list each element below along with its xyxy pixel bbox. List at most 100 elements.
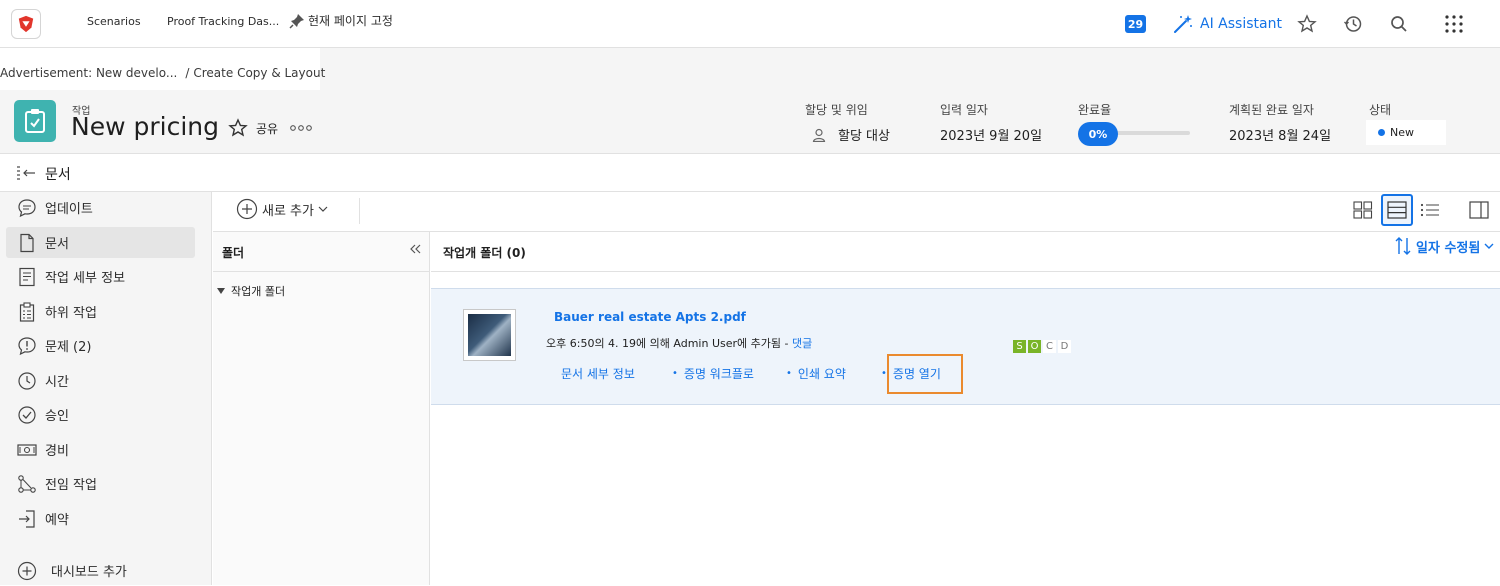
side-panel-icon: [1469, 201, 1489, 219]
sidebar-item-predecessors[interactable]: 전임 작업: [6, 468, 195, 499]
approval-icon: [18, 405, 36, 424]
action-label: 증명 워크플로: [683, 367, 754, 381]
nav-proof-tracking[interactable]: Proof Tracking Das...: [167, 15, 279, 28]
entry-date-label: 입력 일자: [940, 103, 988, 117]
app-grid-icon[interactable]: [1444, 14, 1464, 34]
share-button[interactable]: 공유: [256, 120, 278, 137]
sidebar-item-hours[interactable]: 시간: [6, 365, 195, 396]
assign-label: 할당 및 위임: [805, 103, 868, 117]
assign-value: 할당 대상: [838, 129, 890, 144]
pin-page-button[interactable]: 현재 페이지 고정: [289, 12, 393, 29]
thumbnail-image: [468, 314, 511, 356]
top-bar: Scenarios Proof Tracking Das... 현재 페이지 고…: [0, 0, 1500, 48]
sidebar-item-issues[interactable]: 문제 (2): [6, 330, 195, 361]
planned-date-value[interactable]: 2023년 8월 24일: [1229, 125, 1331, 144]
sidebar-item-label: 예약: [45, 513, 69, 528]
add-dashboard-button[interactable]: 대시보드 추가: [6, 555, 195, 586]
notification-badge[interactable]: 29: [1125, 15, 1146, 33]
page-title[interactable]: New pricing: [71, 112, 219, 141]
completion-progress-bar: [1116, 131, 1190, 135]
predecessor-icon: [18, 474, 36, 493]
clock-icon: [18, 371, 36, 390]
status-label: 상태: [1369, 103, 1392, 117]
status-dot: [1378, 129, 1385, 136]
assign-field[interactable]: 할당 대상: [812, 125, 890, 144]
bullet: •: [672, 368, 678, 379]
row-view-icon: [1387, 201, 1407, 219]
add-new-button[interactable]: 새로 추가: [236, 198, 328, 220]
favorite-star-icon[interactable]: [228, 118, 248, 138]
issue-icon: [18, 336, 36, 355]
recent-history-icon[interactable]: [1343, 14, 1363, 34]
pin-icon: [289, 13, 304, 29]
document-details-link[interactable]: 문서 세부 정보: [561, 365, 635, 382]
document-meta-text: 오후 6:50의 4. 19에 의해 Admin User에 추가됨 -: [546, 337, 792, 350]
folders-title: 폴더: [222, 246, 245, 260]
subtask-icon: [19, 301, 35, 322]
add-new-label: 새로 추가: [262, 203, 314, 219]
booking-icon: [19, 509, 35, 528]
search-icon[interactable]: [1389, 14, 1409, 34]
status-badge[interactable]: New: [1366, 120, 1446, 145]
sort-dropdown[interactable]: 일자 수정됨: [1394, 236, 1494, 256]
sidebar-item-booking[interactable]: 예약: [6, 503, 195, 534]
chat-icon: [18, 198, 36, 217]
row-view-button[interactable]: [1381, 194, 1413, 226]
magic-wand-icon: [1174, 15, 1192, 33]
money-icon: [17, 443, 37, 456]
flag-c: C: [1043, 340, 1056, 353]
comment-link[interactable]: 댓글: [792, 337, 812, 350]
sidebar-item-expenses[interactable]: 경비: [6, 434, 195, 465]
grid-view-button[interactable]: [1348, 196, 1378, 224]
side-panel-toggle-button[interactable]: [1464, 196, 1494, 224]
collapse-folders-button[interactable]: [410, 242, 422, 258]
document-meta: 오후 6:50의 4. 19에 의해 Admin User에 추가됨 - 댓글: [546, 335, 812, 351]
caret-down-icon: [217, 288, 225, 294]
folder-item[interactable]: 작업개 폴더: [217, 283, 285, 299]
sidebar-item-updates[interactable]: 업데이트: [6, 192, 195, 223]
toolbar-divider: [359, 198, 360, 224]
section-title-bar: [0, 154, 1500, 192]
favorite-star-icon[interactable]: [1297, 14, 1317, 34]
sidebar-item-label: 작업 세부 정보: [45, 271, 126, 286]
flag-d: D: [1058, 340, 1071, 353]
sidebar-item-label: 전임 작업: [45, 478, 97, 493]
double-chevron-left-icon: [410, 244, 421, 254]
status-value: New: [1390, 126, 1414, 139]
more-options-icon[interactable]: [290, 124, 312, 132]
entry-date-value[interactable]: 2023년 9월 20일: [940, 125, 1042, 144]
breadcrumb-parent[interactable]: Advertisement: New develo...: [0, 66, 177, 80]
print-summary-link[interactable]: • 인쇄 요약: [786, 365, 846, 382]
sidebar-item-label: 업데이트: [45, 202, 93, 217]
sort-arrows-icon: [1395, 237, 1411, 255]
content-title: 작업개 폴더 (0): [443, 246, 526, 260]
sort-label: 일자 수정됨: [1416, 240, 1481, 256]
sidebar-item-subtasks[interactable]: 하위 작업: [6, 296, 195, 327]
document-thumbnail[interactable]: [463, 309, 516, 361]
sidebar-item-label: 문서: [45, 237, 69, 252]
chevron-down-icon: [1484, 243, 1494, 249]
completion-percent[interactable]: 0%: [1078, 122, 1118, 146]
sidebar-item-approvals[interactable]: 승인: [6, 399, 195, 430]
task-type-icon: [14, 100, 56, 142]
document-status-flags: S O C D: [1013, 340, 1071, 353]
list-view-button[interactable]: [1415, 196, 1445, 224]
folders-header: [213, 232, 430, 272]
content-header: [431, 232, 1500, 272]
details-icon: [19, 267, 35, 286]
sidebar-item-task-details[interactable]: 작업 세부 정보: [6, 261, 195, 292]
ai-assistant-button[interactable]: AI Assistant: [1172, 13, 1282, 35]
proof-workflow-link[interactable]: • 증명 워크플로: [672, 365, 754, 382]
breadcrumb-current[interactable]: Create Copy & Layout: [193, 66, 325, 80]
flag-o: O: [1028, 340, 1041, 353]
collapse-panel-icon[interactable]: [16, 165, 38, 181]
folder-item-label: 작업개 폴더: [231, 285, 286, 298]
list-view-icon: [1420, 203, 1439, 217]
nav-scenarios[interactable]: Scenarios: [87, 15, 141, 28]
document-name[interactable]: Bauer real estate Apts 2.pdf: [554, 310, 746, 324]
shield-logo-icon: [18, 15, 34, 33]
open-proof-highlight: [887, 354, 963, 394]
action-label: 문서 세부 정보: [561, 367, 635, 381]
sidebar-item-documents[interactable]: 문서: [6, 227, 195, 258]
app-logo[interactable]: [11, 9, 41, 39]
